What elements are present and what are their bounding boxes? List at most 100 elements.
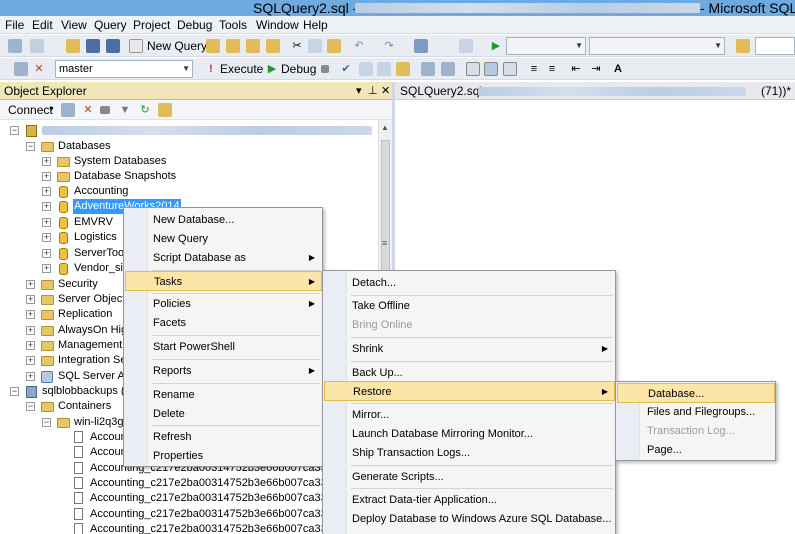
menu-item-rename[interactable]: Rename <box>125 385 321 405</box>
collapse-icon[interactable]: − <box>26 142 35 151</box>
close-icon[interactable]: ✕ <box>381 82 390 100</box>
menu-file[interactable]: File <box>5 18 24 32</box>
client-stats-icon[interactable] <box>466 62 480 76</box>
paste-icon[interactable] <box>327 39 341 53</box>
solution-config-combo[interactable]: ▼ <box>506 37 586 55</box>
menu-view[interactable]: View <box>61 18 87 32</box>
new-query-icon[interactable] <box>129 39 143 53</box>
debug-button[interactable]: Debug <box>281 62 316 76</box>
cut-icon[interactable]: ✂ <box>290 39 304 53</box>
results-text-icon[interactable] <box>484 62 498 76</box>
menu-item-ship-transaction-logs[interactable]: Ship Transaction Logs... <box>324 443 614 463</box>
filter-icon[interactable]: ▼ <box>118 103 132 117</box>
change-connection-icon[interactable]: ✕ <box>32 62 46 76</box>
expand-icon[interactable]: + <box>26 310 35 319</box>
display-plan-icon[interactable] <box>359 62 373 76</box>
menu-item-start-powershell[interactable]: Start PowerShell <box>125 337 321 357</box>
actual-plan-icon[interactable] <box>441 62 455 76</box>
menu-item-facets[interactable]: Facets <box>125 313 321 333</box>
new-project-icon[interactable] <box>8 39 22 53</box>
window-position-icon[interactable]: ▾ <box>356 82 362 100</box>
menu-item-properties[interactable]: Properties <box>125 446 321 466</box>
expand-icon[interactable]: + <box>42 172 51 181</box>
menu-item-page[interactable]: Page... <box>617 440 774 460</box>
menu-item-script-database-as[interactable]: Script Database as ▶ <box>125 248 321 268</box>
connect-oe-icon[interactable] <box>61 103 75 117</box>
menu-item-policies[interactable]: Policies ▶ <box>125 294 321 314</box>
expand-icon[interactable]: + <box>26 341 35 350</box>
menu-item-deploy-azure[interactable]: Deploy Database to Windows Azure SQL Dat… <box>324 509 614 529</box>
expand-icon[interactable]: + <box>42 187 51 196</box>
query-designer-icon[interactable] <box>377 62 391 76</box>
expand-icon[interactable]: + <box>26 295 35 304</box>
undo-icon[interactable]: ↶ <box>352 39 366 53</box>
menu-item-files-filegroups[interactable]: Files and Filegroups... <box>617 402 774 422</box>
increase-indent-icon[interactable]: ⇥ <box>589 62 603 76</box>
execute-icon[interactable]: ! <box>204 62 218 76</box>
collapse-icon[interactable]: − <box>10 126 19 135</box>
expand-icon[interactable]: + <box>26 372 35 381</box>
scroll-up-icon[interactable]: ▲ <box>381 123 389 132</box>
expand-icon[interactable]: + <box>42 157 51 166</box>
menu-item-reports[interactable]: Reports ▶ <box>125 361 321 381</box>
collapse-icon[interactable]: − <box>26 402 35 411</box>
save-all-icon[interactable] <box>106 39 120 53</box>
menu-item-tasks[interactable]: Tasks ▶ <box>125 271 322 291</box>
intellisense-icon[interactable] <box>421 62 435 76</box>
platform-combo[interactable]: ▼ <box>589 37 725 55</box>
menu-item-new-query[interactable]: New Query <box>125 229 321 249</box>
menu-window[interactable]: Window <box>256 18 299 32</box>
refresh-icon[interactable]: ↻ <box>138 103 152 117</box>
open-folder-icon[interactable] <box>66 39 80 53</box>
menu-tools[interactable]: Tools <box>219 18 247 32</box>
menu-item-restore[interactable]: Restore ▶ <box>324 381 615 401</box>
menu-item-refresh[interactable]: Refresh <box>125 427 321 447</box>
query-dmx-icon[interactable] <box>266 39 280 53</box>
stop-icon[interactable] <box>100 106 110 114</box>
execute-button[interactable]: Execute <box>220 62 263 76</box>
specify-values-icon[interactable] <box>396 62 410 76</box>
find-icon[interactable] <box>736 39 750 53</box>
menu-debug[interactable]: Debug <box>177 18 212 32</box>
menu-item-mirror[interactable]: Mirror... <box>324 405 614 425</box>
menu-item-launch-mirroring-monitor[interactable]: Launch Database Mirroring Monitor... <box>324 424 614 444</box>
menu-item-detach[interactable]: Detach... <box>324 273 614 293</box>
menu-item-delete[interactable]: Delete <box>125 404 321 424</box>
solution-config-icon[interactable] <box>459 39 473 53</box>
menu-item-new-database[interactable]: New Database... <box>125 210 321 230</box>
connect-dropdown[interactable]: Connect <box>8 103 53 117</box>
connect-icon[interactable] <box>14 62 28 76</box>
copy-icon[interactable] <box>308 39 322 53</box>
redo-icon[interactable]: ↷ <box>382 39 396 53</box>
menu-item-take-offline[interactable]: Take Offline <box>324 296 614 316</box>
document-tab[interactable]: SQLQuery2.sql - (71))* <box>395 82 795 100</box>
expand-icon[interactable]: + <box>42 202 51 211</box>
menu-query[interactable]: Query <box>94 18 127 32</box>
disconnect-icon[interactable]: ✕ <box>81 103 95 117</box>
new-query-button[interactable]: New Query <box>147 39 207 53</box>
menu-item-extract-data-tier[interactable]: Extract Data-tier Application... <box>324 490 614 510</box>
comment-icon[interactable]: ≡ <box>527 62 541 76</box>
query-db-icon[interactable] <box>206 39 220 53</box>
uncomment-icon[interactable]: ≡ <box>545 62 559 76</box>
expand-icon[interactable]: + <box>42 249 51 258</box>
activity-monitor-icon[interactable] <box>158 103 172 117</box>
font-size-icon[interactable]: A <box>611 62 625 76</box>
expand-icon[interactable]: + <box>42 218 51 227</box>
start-icon[interactable]: ▶ <box>489 39 503 53</box>
menu-project[interactable]: Project <box>133 18 170 32</box>
find-combo[interactable] <box>755 37 795 55</box>
query-analysis-icon[interactable] <box>226 39 240 53</box>
expand-icon[interactable]: + <box>26 356 35 365</box>
database-combo[interactable]: master ▼ <box>55 60 193 78</box>
menu-item-restore-database[interactable]: Database... <box>617 383 775 403</box>
menu-item-shrink[interactable]: Shrink ▶ <box>324 339 614 359</box>
expand-icon[interactable]: + <box>42 264 51 273</box>
decrease-indent-icon[interactable]: ⇤ <box>569 62 583 76</box>
menu-item-back-up[interactable]: Back Up... <box>324 363 614 383</box>
menu-help[interactable]: Help <box>303 18 328 32</box>
expand-icon[interactable]: + <box>26 326 35 335</box>
results-grid-icon[interactable] <box>503 62 517 76</box>
add-item-icon[interactable] <box>30 39 44 53</box>
expand-icon[interactable]: + <box>42 233 51 242</box>
